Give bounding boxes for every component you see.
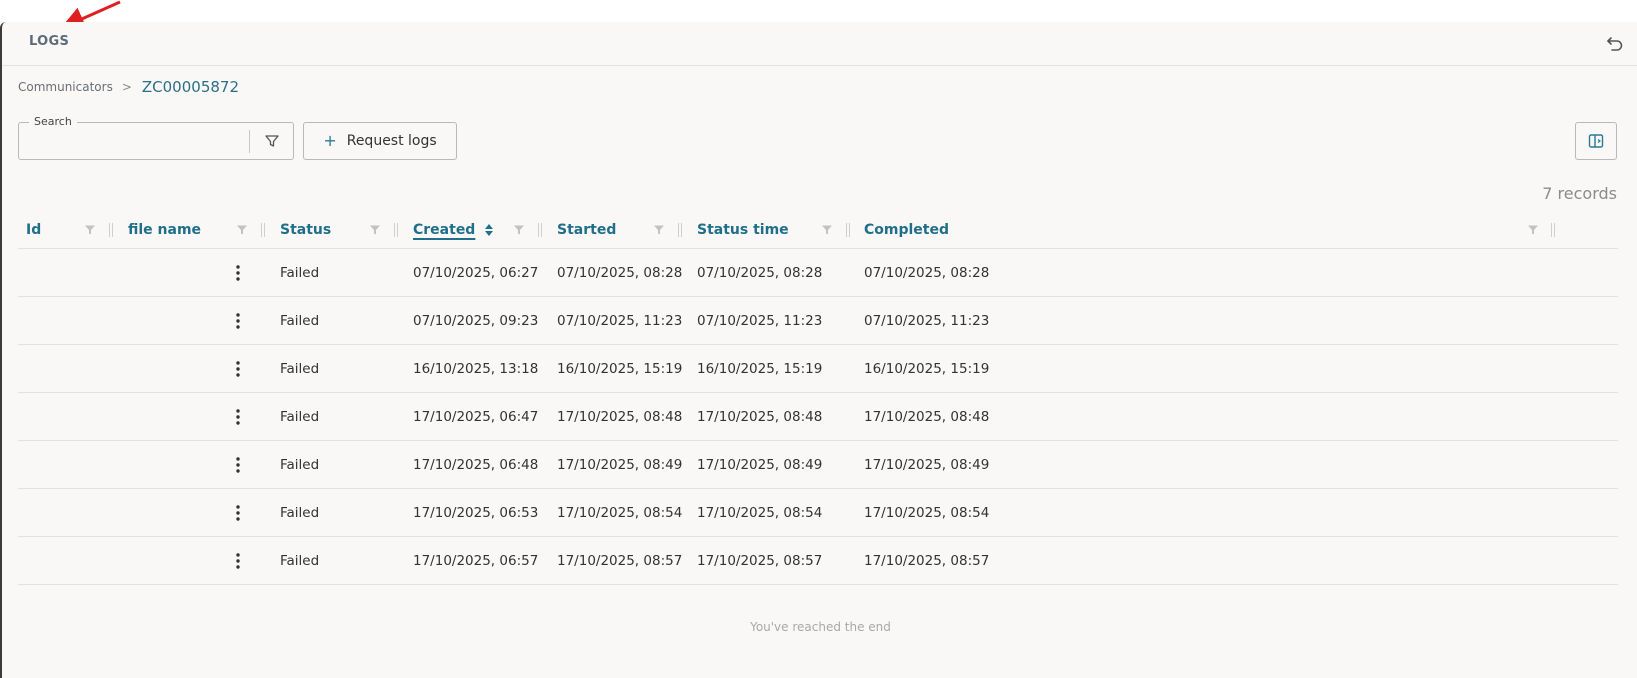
- table-body: Failed 07/10/2025, 06:27 07/10/2025, 08:28…: [18, 248, 1618, 585]
- search-divider: [249, 130, 250, 153]
- kebab-menu-icon[interactable]: [230, 551, 246, 571]
- search-input[interactable]: [27, 131, 241, 155]
- cell-created: 17/10/2025, 06:53: [413, 504, 539, 521]
- filter-icon[interactable]: [513, 224, 525, 236]
- request-logs-label: Request logs: [346, 133, 437, 149]
- table-row[interactable]: Failed 17/10/2025, 06:57 17/10/2025, 08:57…: [18, 536, 1618, 585]
- records-count: 7 records: [1542, 184, 1617, 203]
- table-row[interactable]: Failed 17/10/2025, 06:47 17/10/2025, 08:48…: [18, 392, 1618, 440]
- cell-started: 17/10/2025, 08:54: [557, 504, 683, 521]
- search-field[interactable]: Search: [18, 115, 294, 160]
- column-header-completed[interactable]: Completed: [864, 212, 949, 248]
- table-row[interactable]: Failed 07/10/2025, 06:27 07/10/2025, 08:28…: [18, 248, 1618, 296]
- sort-icon[interactable]: [484, 223, 494, 237]
- cell-status-time: 16/10/2025, 15:19: [697, 360, 823, 377]
- cell-status-time: 17/10/2025, 08:54: [697, 504, 823, 521]
- cell-status: Failed: [280, 264, 320, 281]
- cell-started: 17/10/2025, 08:49: [557, 456, 683, 473]
- filter-icon[interactable]: [653, 224, 665, 236]
- request-logs-button[interactable]: + Request logs: [303, 122, 457, 160]
- kebab-menu-icon[interactable]: [230, 263, 246, 283]
- cell-status: Failed: [280, 408, 320, 425]
- column-resize-handle[interactable]: [394, 223, 398, 237]
- filter-icon[interactable]: [1527, 224, 1539, 236]
- column-header-id[interactable]: Id: [26, 212, 41, 248]
- cell-completed: 17/10/2025, 08:54: [864, 504, 990, 521]
- filter-icon[interactable]: [264, 133, 280, 149]
- cell-status: Failed: [280, 360, 320, 377]
- cell-started: 17/10/2025, 08:48: [557, 408, 683, 425]
- kebab-menu-icon[interactable]: [230, 359, 246, 379]
- plus-icon: +: [323, 131, 337, 150]
- column-header-status-time[interactable]: Status time: [697, 212, 789, 248]
- column-header-status[interactable]: Status: [280, 212, 331, 248]
- table-row[interactable]: Failed 17/10/2025, 06:48 17/10/2025, 08:49…: [18, 440, 1618, 488]
- cell-completed: 07/10/2025, 11:23: [864, 312, 990, 329]
- side-panel-button[interactable]: [1575, 122, 1617, 160]
- search-label: Search: [29, 115, 77, 128]
- cell-started: 07/10/2025, 11:23: [557, 312, 683, 329]
- cell-status: Failed: [280, 504, 320, 521]
- cell-started: 07/10/2025, 08:28: [557, 264, 683, 281]
- cell-status-time: 17/10/2025, 08:48: [697, 408, 823, 425]
- cell-started: 16/10/2025, 15:19: [557, 360, 683, 377]
- cell-created: 07/10/2025, 06:27: [413, 264, 539, 281]
- filter-icon[interactable]: [84, 224, 96, 236]
- page-title: LOGS: [29, 34, 70, 49]
- column-header-started[interactable]: Started: [557, 212, 616, 248]
- end-of-list-message: You've reached the end: [750, 620, 891, 634]
- cell-started: 17/10/2025, 08:57: [557, 552, 683, 569]
- breadcrumb: Communicators > ZC00005872: [18, 78, 239, 96]
- column-resize-handle[interactable]: [678, 223, 682, 237]
- table-row[interactable]: Failed 17/10/2025, 06:53 17/10/2025, 08:54…: [18, 488, 1618, 536]
- column-resize-handle[interactable]: [109, 223, 113, 237]
- filter-icon[interactable]: [821, 224, 833, 236]
- kebab-menu-icon[interactable]: [230, 503, 246, 523]
- undo-icon[interactable]: [1605, 33, 1625, 53]
- column-resize-handle[interactable]: [846, 223, 850, 237]
- cell-created: 17/10/2025, 06:48: [413, 456, 539, 473]
- kebab-menu-icon[interactable]: [230, 407, 246, 427]
- side-panel-icon: [1588, 134, 1604, 148]
- cell-created: 17/10/2025, 06:57: [413, 552, 539, 569]
- cell-status: Failed: [280, 312, 320, 329]
- breadcrumb-current: ZC00005872: [141, 78, 239, 96]
- cell-status-time: 07/10/2025, 08:28: [697, 264, 823, 281]
- table-header: Id file name Status Created Started Stat…: [18, 212, 1618, 248]
- cell-status-time: 17/10/2025, 08:57: [697, 552, 823, 569]
- filter-icon[interactable]: [236, 224, 248, 236]
- breadcrumb-communicators[interactable]: Communicators: [18, 80, 113, 94]
- filter-icon[interactable]: [369, 224, 381, 236]
- breadcrumb-separator: >: [121, 80, 132, 94]
- cell-completed: 16/10/2025, 15:19: [864, 360, 990, 377]
- cell-status-time: 17/10/2025, 08:49: [697, 456, 823, 473]
- column-resize-handle[interactable]: [1551, 223, 1555, 237]
- cell-completed: 07/10/2025, 08:28: [864, 264, 990, 281]
- column-header-created[interactable]: Created: [413, 212, 475, 248]
- cell-created: 07/10/2025, 09:23: [413, 312, 539, 329]
- kebab-menu-icon[interactable]: [230, 455, 246, 475]
- table-row[interactable]: Failed 07/10/2025, 09:23 07/10/2025, 11:23…: [18, 296, 1618, 344]
- cell-created: 17/10/2025, 06:47: [413, 408, 539, 425]
- cell-status: Failed: [280, 552, 320, 569]
- kebab-menu-icon[interactable]: [230, 311, 246, 331]
- cell-status: Failed: [280, 456, 320, 473]
- logs-panel: LOGS Communicators > ZC00005872 Search +…: [0, 22, 1637, 678]
- column-header-file-name[interactable]: file name: [128, 212, 201, 248]
- cell-completed: 17/10/2025, 08:49: [864, 456, 990, 473]
- cell-completed: 17/10/2025, 08:57: [864, 552, 990, 569]
- cell-created: 16/10/2025, 13:18: [413, 360, 539, 377]
- column-resize-handle[interactable]: [538, 223, 542, 237]
- table-row[interactable]: Failed 16/10/2025, 13:18 16/10/2025, 15:19…: [18, 344, 1618, 392]
- cell-status-time: 07/10/2025, 11:23: [697, 312, 823, 329]
- column-resize-handle[interactable]: [261, 223, 265, 237]
- cell-completed: 17/10/2025, 08:48: [864, 408, 990, 425]
- panel-header: LOGS: [2, 22, 1637, 66]
